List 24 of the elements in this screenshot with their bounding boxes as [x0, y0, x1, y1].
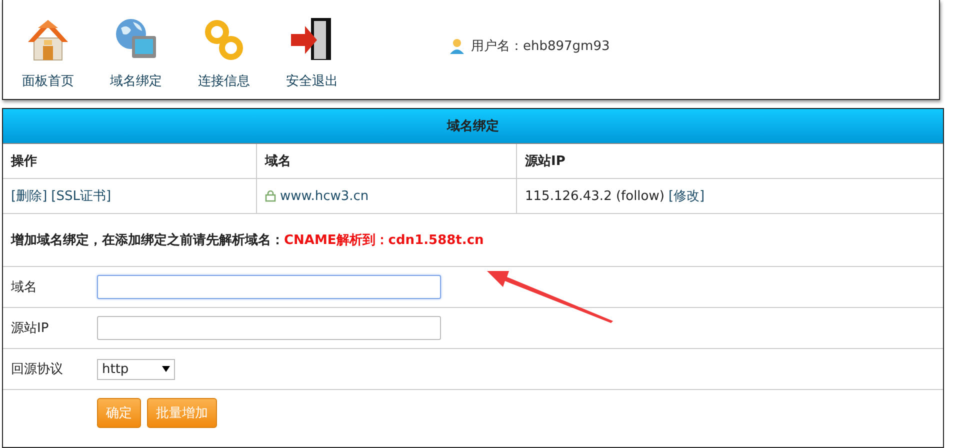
lock-icon	[265, 190, 276, 202]
field-label: 回源协议	[10, 361, 64, 378]
nav-item[interactable]: 连接信息	[193, 16, 255, 90]
nav-item[interactable]: 域名绑定	[105, 16, 167, 90]
caret-icon	[162, 366, 170, 372]
input-field[interactable]	[97, 275, 441, 299]
panel-header: 域名绑定	[3, 109, 943, 144]
domain-link[interactable]: www.hcw3.cn	[280, 188, 369, 204]
column-header: 操作	[3, 144, 257, 178]
column-header: 源站IP	[524, 153, 566, 171]
field-label: 域名	[10, 279, 38, 296]
username-text: 用户名：ehb897gm93	[471, 38, 610, 54]
user-icon	[449, 38, 465, 54]
input-field[interactable]	[97, 316, 441, 340]
nav-item[interactable]: 面板首页	[17, 16, 79, 90]
field-label: 源站IP	[10, 320, 50, 337]
origin-ip-text: 115.126.43.2 (follow)	[525, 188, 664, 204]
column-header: 域名	[257, 144, 517, 178]
action-link[interactable]: [删除]	[11, 187, 48, 205]
nav-item[interactable]: 安全退出	[281, 16, 343, 90]
protocol-dropdown[interactable]: http	[97, 358, 175, 380]
edit-link[interactable]: [修改]	[668, 187, 705, 205]
action-link[interactable]: [SSL证书]	[51, 187, 112, 205]
notice-text: 增加域名绑定，在添加绑定之前请先解析域名：CNAME解析到：cdn1.588t.cn	[3, 214, 943, 267]
